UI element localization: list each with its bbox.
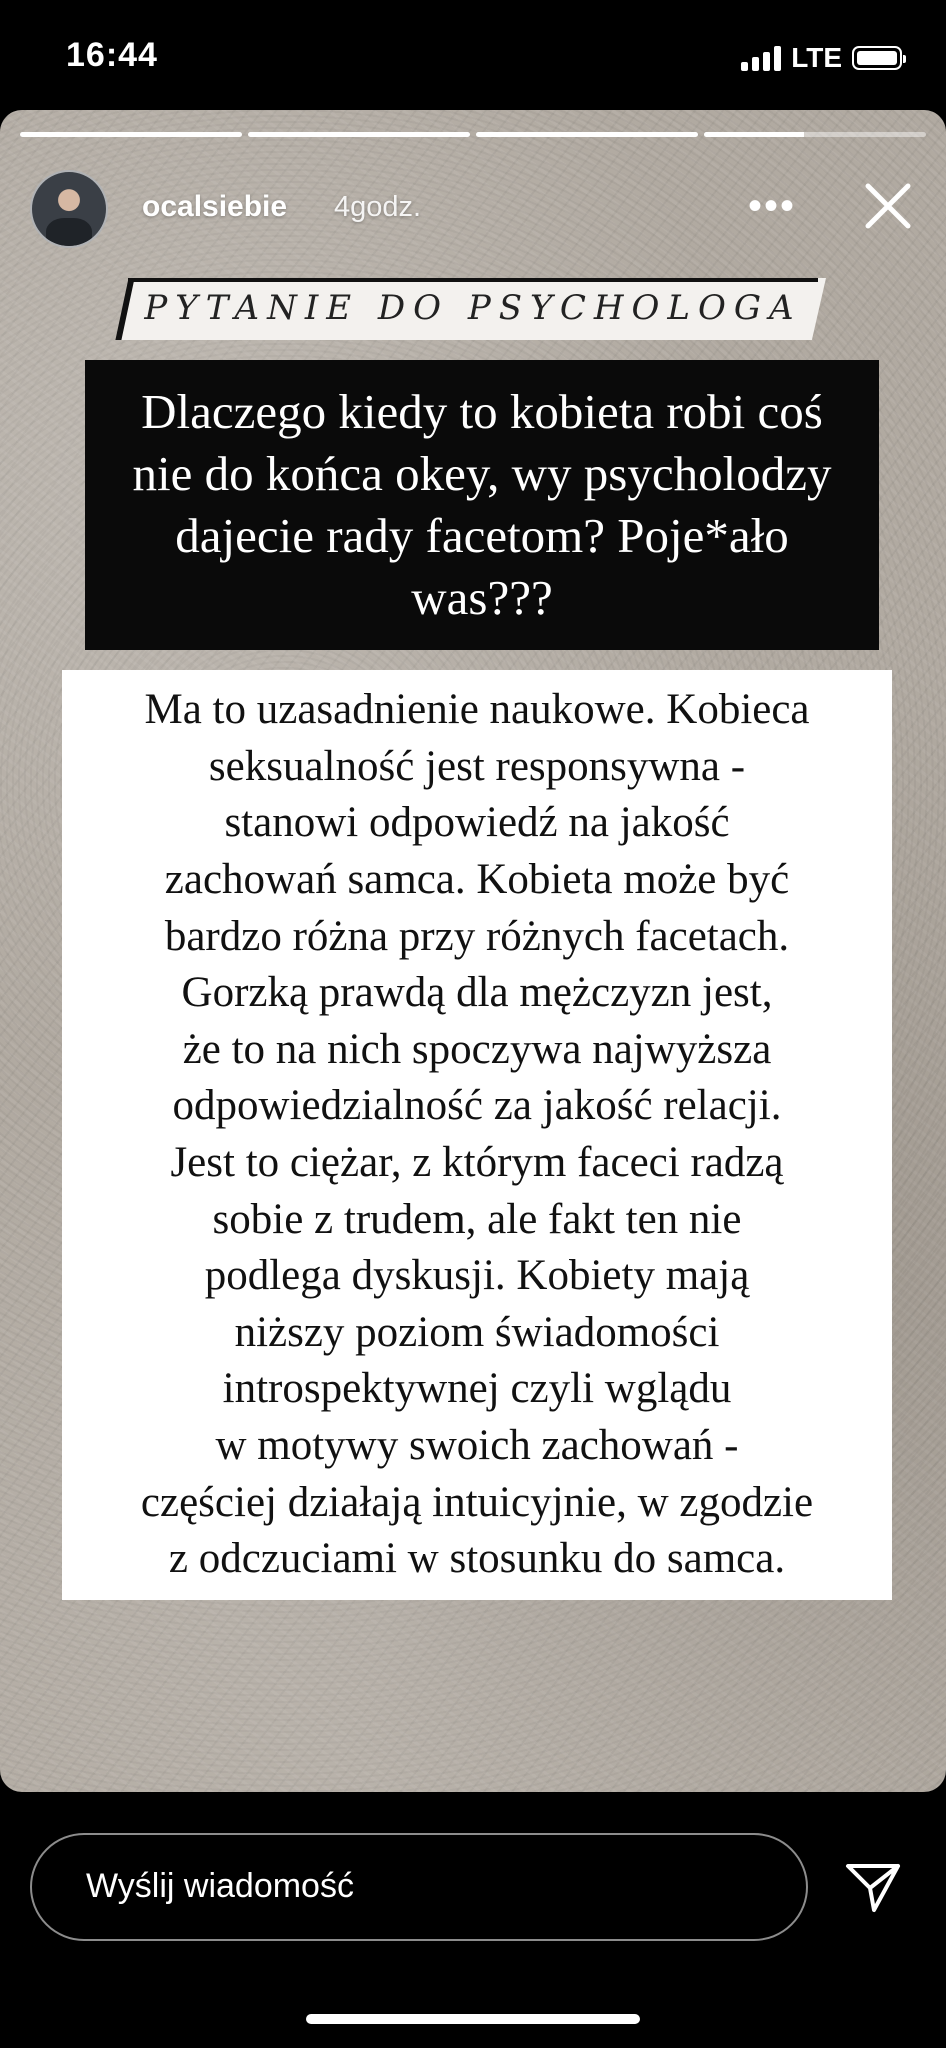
close-icon[interactable] (860, 178, 916, 234)
more-icon[interactable]: ••• (748, 184, 796, 229)
network-type: LTE (791, 42, 842, 73)
status-time: 16:44 (66, 36, 158, 74)
status-indicators: LTE (741, 42, 906, 74)
topic-label: PYTANIE DO PSYCHOLOGA (144, 288, 802, 328)
status-bar: 16:44 LTE (0, 0, 946, 110)
story-progress-segment (476, 132, 698, 137)
avatar[interactable] (30, 170, 108, 248)
story-header: ocalsiebie 4godz. ••• (30, 160, 916, 250)
send-icon[interactable] (844, 1860, 902, 1914)
message-placeholder: Wyślij wiadomość (86, 1867, 354, 1905)
story-card[interactable]: ocalsiebie 4godz. ••• PYTANIE DO PSYCHOL… (0, 110, 946, 1792)
question-text: Dlaczego kiedy to kobieta robi coś nie d… (132, 384, 832, 625)
question-box: Dlaczego kiedy to kobieta robi coś nie d… (85, 360, 879, 650)
story-progress (20, 132, 926, 137)
topic-banner: PYTANIE DO PSYCHOLOGA (115, 278, 826, 340)
story-progress-segment (248, 132, 470, 137)
message-input[interactable]: Wyślij wiadomość (30, 1833, 808, 1941)
answer-text: Ma to uzasadnienie naukowe. Kobieca seks… (140, 686, 814, 1583)
story-progress-segment (20, 132, 242, 137)
home-indicator[interactable] (306, 2014, 640, 2024)
username[interactable]: ocalsiebie (142, 190, 287, 224)
answer-box: Ma to uzasadnienie naukowe. Kobieca seks… (62, 670, 892, 1600)
story-progress-segment (704, 132, 926, 137)
signal-icon (741, 45, 782, 71)
battery-icon (852, 46, 906, 70)
post-time: 4godz. (334, 191, 422, 223)
